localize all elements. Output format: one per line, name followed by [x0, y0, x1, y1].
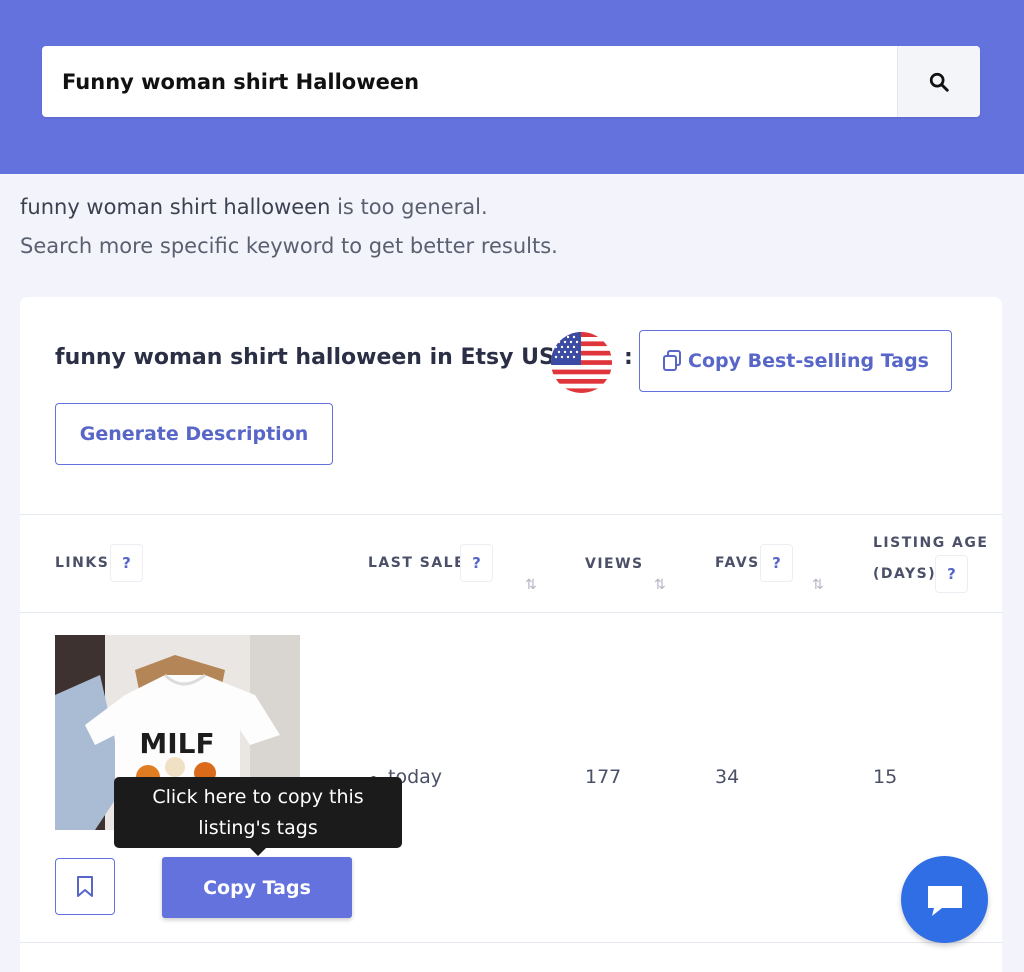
- copy-tags-label: Copy Tags: [203, 876, 311, 899]
- header-bar: [0, 0, 1024, 174]
- views-value: 177: [585, 766, 622, 788]
- results-title: funny woman shirt halloween in Etsy US: [55, 345, 555, 370]
- copy-best-selling-tags-button[interactable]: Copy Best-selling Tags: [639, 330, 952, 392]
- table-header: LINKS ? LAST SALE ? ⇅ VIEWS ⇅ FAVS ? ⇅ L…: [20, 514, 1002, 613]
- general-keyword-notice: funny woman shirt halloween is too gener…: [20, 188, 558, 266]
- search-button[interactable]: [897, 46, 980, 117]
- column-views: VIEWS: [585, 556, 644, 572]
- listing-age-value: 15: [873, 766, 898, 788]
- results-card: funny woman shirt halloween in Etsy US :: [20, 297, 1002, 972]
- views-sort-icon[interactable]: ⇅: [654, 577, 666, 593]
- links-help-button[interactable]: ?: [110, 544, 143, 582]
- column-last-sale: LAST SALE: [368, 555, 466, 571]
- copy-tags-button[interactable]: Copy Tags: [162, 857, 352, 918]
- us-flag-icon: [551, 332, 612, 393]
- chat-icon: [927, 885, 962, 916]
- copy-best-selling-tags-label: Copy Best-selling Tags: [688, 350, 929, 372]
- column-listing-age: LISTING AGE: [873, 535, 989, 551]
- notice-suffix: is too general.: [330, 195, 488, 219]
- favs-help-button[interactable]: ?: [760, 544, 793, 582]
- generate-description-button[interactable]: Generate Description: [55, 403, 333, 465]
- tooltip-line-1: Click here to copy this: [152, 786, 364, 808]
- favs-value: 34: [715, 766, 740, 788]
- notice-keyword: funny woman shirt halloween: [20, 195, 331, 219]
- column-links: LINKS: [55, 555, 110, 571]
- chat-button[interactable]: [901, 856, 988, 943]
- generate-description-label: Generate Description: [79, 423, 309, 445]
- copy-icon: [663, 350, 682, 371]
- favs-sort-icon[interactable]: ⇅: [812, 577, 824, 593]
- listing-image-text: MILF: [139, 727, 214, 760]
- copy-tags-tooltip: Click here to copy this listing's tags: [114, 777, 402, 856]
- title-colon: :: [624, 345, 633, 370]
- search-input[interactable]: [42, 46, 897, 117]
- notice-advice: Search more specific keyword to get bett…: [20, 234, 558, 258]
- last-sale-sort-icon[interactable]: ⇅: [525, 577, 537, 593]
- column-listing-age-unit: (DAYS): [873, 566, 937, 582]
- last-sale-help-button[interactable]: ?: [460, 544, 493, 582]
- search-icon: [929, 72, 949, 92]
- tooltip-line-2: listing's tags: [198, 817, 318, 839]
- listing-age-help-button[interactable]: ?: [935, 555, 968, 593]
- bookmark-icon: [77, 875, 93, 897]
- column-favs: FAVS: [715, 555, 760, 571]
- bookmark-button[interactable]: [55, 858, 115, 915]
- search-box: [42, 46, 980, 117]
